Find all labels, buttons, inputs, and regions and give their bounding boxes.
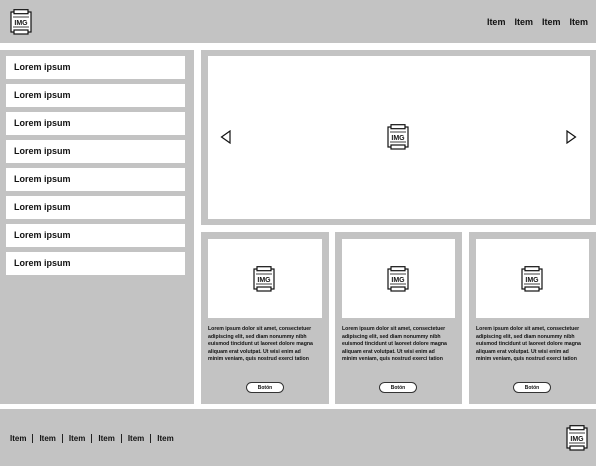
svg-text:IMG: IMG xyxy=(391,277,405,284)
svg-text:IMG: IMG xyxy=(391,135,405,142)
sidebar-item-8[interactable]: Lorem ipsum xyxy=(6,252,185,275)
card-text-line: euismod tincidunt ut laoreet dolore magn… xyxy=(476,341,581,348)
svg-text:IMG: IMG xyxy=(525,277,539,284)
card-text-line: Lorem ipsum dolor sit amet, consectetuer xyxy=(342,326,446,332)
nav-item-2[interactable]: Item xyxy=(514,17,533,27)
header-nav: Item Item Item Item xyxy=(487,17,588,27)
img-placeholder-icon: IMG xyxy=(387,266,409,292)
img-placeholder-icon[interactable]: IMG xyxy=(566,425,588,451)
footer-nav-item-1[interactable]: Item xyxy=(8,434,32,443)
card-image: IMG xyxy=(342,239,455,318)
card-text-line: minim veniam, quis nostrud exerci tation xyxy=(208,356,309,363)
content-card-1: IMG Lorem ipsum dolor sit amet, consecte… xyxy=(201,232,329,404)
sidebar-item-4[interactable]: Lorem ipsum xyxy=(6,140,185,163)
card-body-text: Lorem ipsum dolor sit amet, consectetuer… xyxy=(476,326,581,364)
card-body-text: Lorem ipsum dolor sit amet, consectetuer… xyxy=(342,326,447,364)
svg-text:IMG: IMG xyxy=(14,20,28,27)
card-text-line: Lorem ipsum dolor sit amet, consectetuer xyxy=(476,326,580,332)
footer-nav-item-5[interactable]: Item xyxy=(120,434,150,443)
card-text-line: aliquam erat volutpat. Ut wisi enim ad xyxy=(208,348,301,355)
sidebar-item-3[interactable]: Lorem ipsum xyxy=(6,112,185,135)
sidebar-item-5[interactable]: Lorem ipsum xyxy=(6,168,185,191)
sidebar: Lorem ipsum Lorem ipsum Lorem ipsum Lore… xyxy=(0,50,194,404)
sidebar-item-2[interactable]: Lorem ipsum xyxy=(6,84,185,107)
img-placeholder-icon: IMG xyxy=(253,266,275,292)
card-image: IMG xyxy=(208,239,322,318)
card-text-line: euismod tincidunt ut laoreet dolore magn… xyxy=(208,341,313,348)
card-image: IMG xyxy=(476,239,589,318)
svg-text:IMG: IMG xyxy=(570,436,584,443)
img-placeholder-icon[interactable]: IMG xyxy=(10,9,32,35)
footer-nav-item-3[interactable]: Item xyxy=(61,434,91,443)
triangle-left-icon[interactable] xyxy=(220,130,232,144)
sidebar-item-6[interactable]: Lorem ipsum xyxy=(6,196,185,219)
content-card-3: IMG Lorem ipsum dolor sit amet, consecte… xyxy=(469,232,596,404)
img-placeholder-icon: IMG xyxy=(387,124,409,150)
triangle-right-icon[interactable] xyxy=(565,130,577,144)
svg-text:IMG: IMG xyxy=(257,277,271,284)
sidebar-item-7[interactable]: Lorem ipsum xyxy=(6,224,185,247)
card-button[interactable]: Botón xyxy=(513,382,551,393)
footer-nav-item-4[interactable]: Item xyxy=(91,434,120,443)
nav-item-1[interactable]: Item xyxy=(487,17,506,27)
card-text-line: euismod tincidunt ut laoreet dolore magn… xyxy=(342,341,447,348)
content-card-2: IMG Lorem ipsum dolor sit amet, consecte… xyxy=(335,232,462,404)
card-button[interactable]: Botón xyxy=(379,382,417,393)
header-bar: IMG Item Item Item Item xyxy=(0,0,596,43)
footer-nav: Item Item Item Item Item Item xyxy=(8,434,180,443)
footer-bar: Item Item Item Item Item Item IMG xyxy=(0,409,596,466)
card-text-line: Lorem ipsum dolor sit amet, consectetuer xyxy=(208,326,312,332)
card-text-line: minim veniam, quis nostrud exerci tation xyxy=(476,356,577,363)
nav-item-4[interactable]: Item xyxy=(569,17,588,27)
card-text-line: adipiscing elit, sed diam nonummy nibh xyxy=(342,333,441,340)
nav-item-3[interactable]: Item xyxy=(542,17,561,27)
slider-frame: IMG xyxy=(208,56,590,219)
footer-nav-item-2[interactable]: Item xyxy=(32,434,61,443)
card-text-line: adipiscing elit, sed diam nonummy nibh xyxy=(476,333,575,340)
card-body-text: Lorem ipsum dolor sit amet, consectetuer… xyxy=(208,326,313,364)
card-text-line: aliquam erat volutpat. Ut wisi enim ad xyxy=(342,348,435,355)
card-text-line: minim veniam, quis nostrud exerci tation xyxy=(342,356,443,363)
image-slider: IMG xyxy=(201,50,596,225)
img-placeholder-icon: IMG xyxy=(521,266,543,292)
card-text-line: aliquam erat volutpat. Ut wisi enim ad xyxy=(476,348,569,355)
sidebar-item-1[interactable]: Lorem ipsum xyxy=(6,56,185,79)
footer-nav-item-6[interactable]: Item xyxy=(150,434,179,443)
card-button[interactable]: Botón xyxy=(246,382,284,393)
card-text-line: adipiscing elit, sed diam nonummy nibh xyxy=(208,333,307,340)
